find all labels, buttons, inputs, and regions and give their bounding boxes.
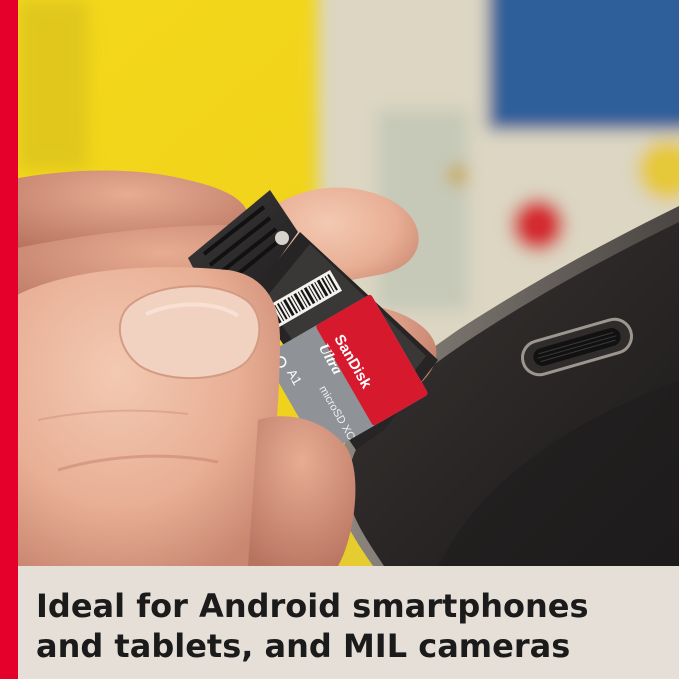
product-photo: SanDisk Ultra microSD XC A1 <box>18 0 679 566</box>
caption: Ideal for Android smartphones and tablet… <box>36 586 666 666</box>
accent-stripe <box>0 0 18 679</box>
caption-line-1: Ideal for Android smartphones <box>36 587 589 625</box>
caption-panel: Ideal for Android smartphones and tablet… <box>18 566 679 679</box>
caption-line-2: and tablets, and MIL cameras <box>36 627 571 665</box>
product-image: SanDisk Ultra microSD XC A1 Ideal for An… <box>0 0 679 679</box>
